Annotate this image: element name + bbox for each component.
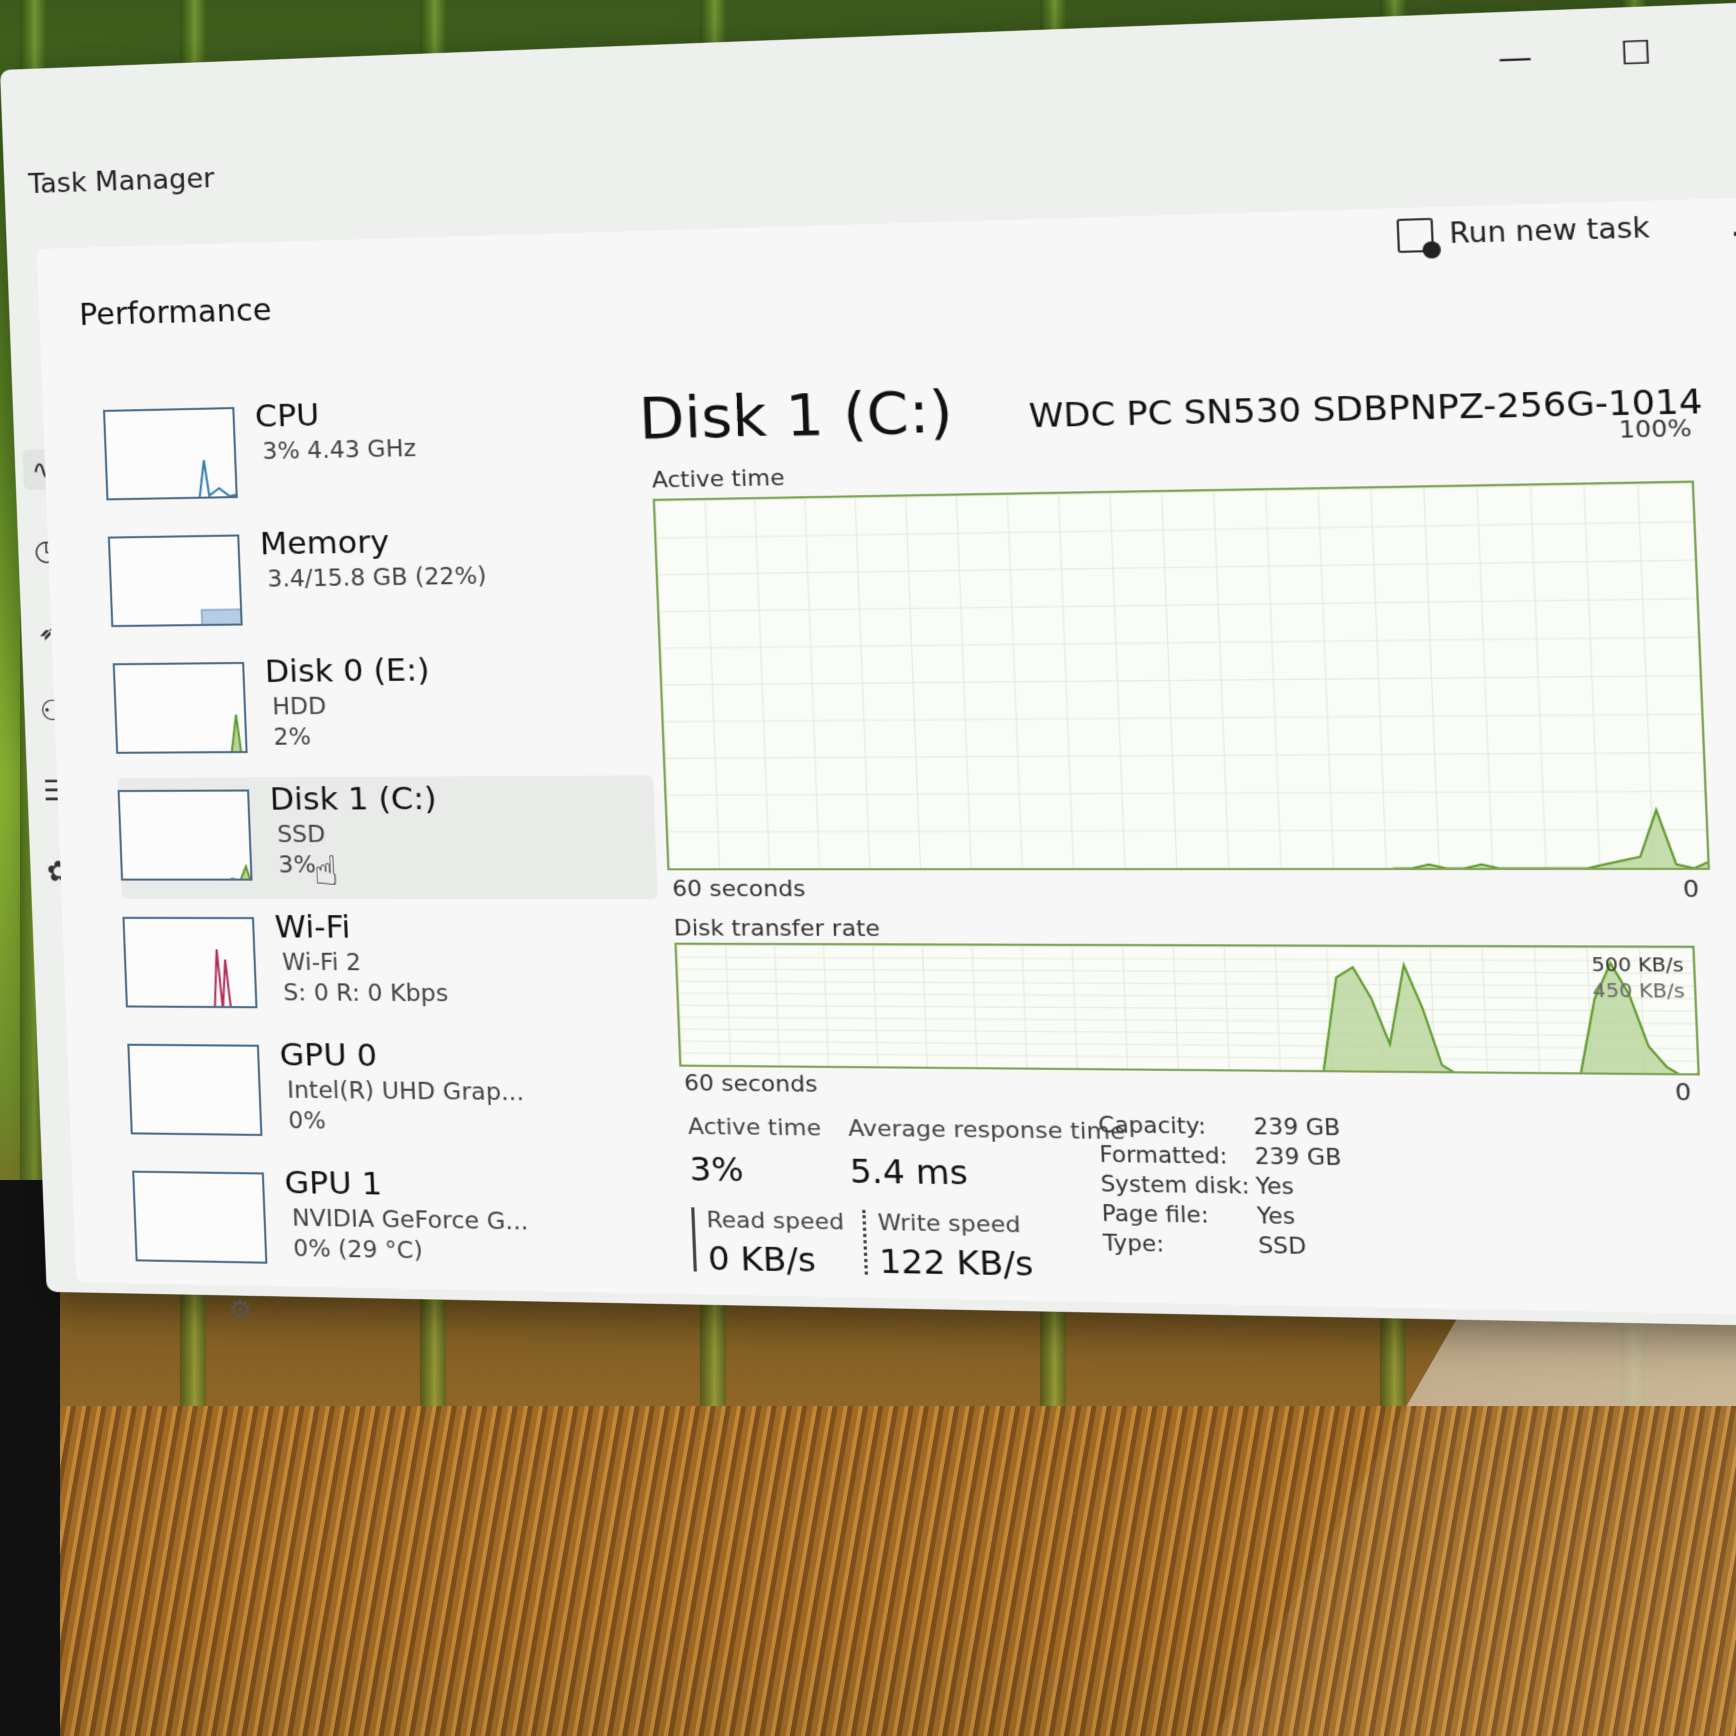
close-button[interactable]: ✕ bbox=[1722, 20, 1736, 77]
device-memory[interactable]: Memory 3.4/15.8 GB (22%) bbox=[107, 516, 647, 646]
device-sub1: 3% 4.43 GHz bbox=[262, 436, 416, 466]
device-sub1: NVIDIA GeForce G... bbox=[292, 1205, 529, 1235]
minimize-button[interactable]: — bbox=[1480, 30, 1551, 86]
prop-value: 239 GB bbox=[1254, 1144, 1342, 1171]
device-sub1: Wi-Fi 2 bbox=[282, 950, 362, 977]
disk1-thumb-line bbox=[123, 866, 253, 880]
active-time-max-label: 100% bbox=[1618, 416, 1692, 444]
transfer-chart-svg bbox=[677, 945, 1700, 1076]
write-speed-legend-bar bbox=[862, 1210, 868, 1275]
active-time-min-label: 0 bbox=[1682, 876, 1699, 903]
device-sub2: 0% (29 °C) bbox=[293, 1236, 423, 1265]
device-wifi[interactable]: Wi-Fi Wi-Fi 2 S: 0 R: 0 Kbps bbox=[122, 905, 663, 1030]
device-gpu0[interactable]: GPU 0 Intel(R) UHD Grap... 0% bbox=[127, 1032, 668, 1160]
run-new-task-label: Run new task bbox=[1449, 212, 1651, 250]
device-cpu[interactable]: CPU 3% 4.43 GHz bbox=[103, 386, 643, 519]
prop-key: System disk: bbox=[1100, 1171, 1250, 1198]
settings-gear-icon[interactable]: ⚙ bbox=[228, 1295, 253, 1326]
device-list: CPU 3% 4.43 GHz Memory 3.4/15.8 GB (22%)… bbox=[103, 386, 674, 1296]
performance-page: Performance Run new task ... CPU 3% 4.43… bbox=[37, 196, 1736, 1316]
read-speed-label: Read speed bbox=[706, 1208, 845, 1236]
active-time-series-line bbox=[667, 810, 1710, 871]
device-name: GPU 1 bbox=[284, 1165, 383, 1203]
task-manager-window: Task Manager — ☐ ✕ ∿ ◷ ➶ ⚇ ☰ ✿ Performan… bbox=[0, 0, 1736, 1328]
prop-key: Type: bbox=[1102, 1230, 1164, 1256]
device-name: GPU 0 bbox=[279, 1037, 378, 1074]
maximize-button[interactable]: ☐ bbox=[1600, 25, 1672, 81]
transfer-max-label: 500 KB/s bbox=[1591, 954, 1684, 977]
response-time-value: 5.4 ms bbox=[849, 1151, 968, 1192]
device-disk0[interactable]: Disk 0 (E:) HDD 2% bbox=[112, 645, 652, 771]
prop-key: Capacity: bbox=[1098, 1112, 1207, 1139]
prop-key: Formatted: bbox=[1099, 1142, 1228, 1169]
device-disk1[interactable]: Disk 1 (C:) SSD 3% ☝ bbox=[117, 775, 658, 899]
wifi-thumb-line bbox=[126, 949, 258, 1008]
hand-cursor-icon: ☝ bbox=[313, 848, 340, 895]
detail-title: Disk 1 (C:) bbox=[638, 379, 955, 453]
transfer-graph-label: Disk transfer rate bbox=[673, 916, 880, 942]
active-time-chart-svg bbox=[655, 483, 1710, 871]
page-title: Performance bbox=[79, 293, 272, 333]
device-name: CPU bbox=[254, 397, 320, 435]
transfer-rate-series-area bbox=[677, 960, 1700, 1076]
memory-thumbnail bbox=[108, 534, 243, 627]
response-time-label: Average response time bbox=[848, 1116, 1126, 1145]
memory-thumb-fill bbox=[201, 609, 242, 627]
device-gpu1[interactable]: GPU 1 NVIDIA GeForce G... 0% (29 °C) bbox=[132, 1159, 674, 1290]
gpu0-thumbnail bbox=[127, 1044, 262, 1136]
prop-value: Yes bbox=[1257, 1203, 1296, 1229]
transfer-mid-label: 450 KB/s bbox=[1592, 980, 1685, 1003]
device-sub2: S: 0 R: 0 Kbps bbox=[283, 980, 449, 1007]
write-speed-value: 122 KB/s bbox=[879, 1241, 1035, 1283]
device-sub1: 3.4/15.8 GB (22%) bbox=[267, 563, 487, 593]
read-speed-legend-bar bbox=[691, 1207, 697, 1271]
write-speed-label: Write speed bbox=[877, 1210, 1021, 1238]
window-title: Task Manager bbox=[28, 163, 215, 200]
prop-key: Page file: bbox=[1101, 1201, 1209, 1228]
active-time-graph-label: Active time bbox=[651, 465, 785, 493]
disk0-thumbnail bbox=[113, 662, 248, 754]
device-sub2: 2% bbox=[273, 724, 311, 751]
run-new-task-button[interactable]: Run new task bbox=[1396, 211, 1650, 253]
device-sub1: HDD bbox=[272, 694, 327, 721]
gpu1-thumbnail bbox=[132, 1171, 267, 1264]
device-name: Disk 1 (C:) bbox=[269, 781, 437, 818]
transfer-span-label: 60 seconds bbox=[684, 1071, 818, 1098]
active-time-stat-value: 3% bbox=[689, 1149, 745, 1189]
disk1-thumbnail bbox=[118, 789, 253, 880]
device-name: Wi-Fi bbox=[274, 909, 351, 946]
active-time-graph bbox=[653, 481, 1710, 871]
active-time-series-area bbox=[667, 810, 1710, 871]
disk-model: WDC PC SN530 SDBPNPZ-256G-1014 bbox=[1028, 381, 1703, 436]
device-name: Disk 0 (E:) bbox=[264, 652, 430, 690]
more-options-button[interactable]: ... bbox=[1729, 206, 1736, 245]
prop-value: Yes bbox=[1255, 1173, 1294, 1199]
active-time-stat-label: Active time bbox=[688, 1114, 822, 1141]
device-sub2: 3% bbox=[278, 852, 316, 878]
device-name: Memory bbox=[259, 524, 390, 563]
wifi-thumbnail bbox=[122, 917, 257, 1008]
cpu-thumbnail bbox=[103, 407, 238, 500]
disk-detail-panel: Disk 1 (C:) WDC PC SN530 SDBPNPZ-256G-10… bbox=[638, 361, 1701, 385]
prop-value: 239 GB bbox=[1253, 1114, 1341, 1140]
cpu-thumb-line bbox=[107, 460, 238, 501]
read-speed-value: 0 KB/s bbox=[707, 1239, 816, 1280]
active-time-span-label: 60 seconds bbox=[672, 877, 806, 903]
device-sub1: SSD bbox=[277, 822, 326, 848]
device-sub2: 0% bbox=[288, 1108, 326, 1135]
transfer-min-label: 0 bbox=[1675, 1080, 1692, 1107]
transfer-rate-series-line bbox=[677, 960, 1700, 1076]
device-sub1: Intel(R) UHD Grap... bbox=[287, 1077, 525, 1106]
prop-value: SSD bbox=[1258, 1233, 1307, 1259]
run-task-icon bbox=[1396, 218, 1434, 253]
disk0-thumb-line bbox=[117, 715, 248, 754]
transfer-graph: 500 KB/s 450 KB/s bbox=[674, 943, 1699, 1076]
